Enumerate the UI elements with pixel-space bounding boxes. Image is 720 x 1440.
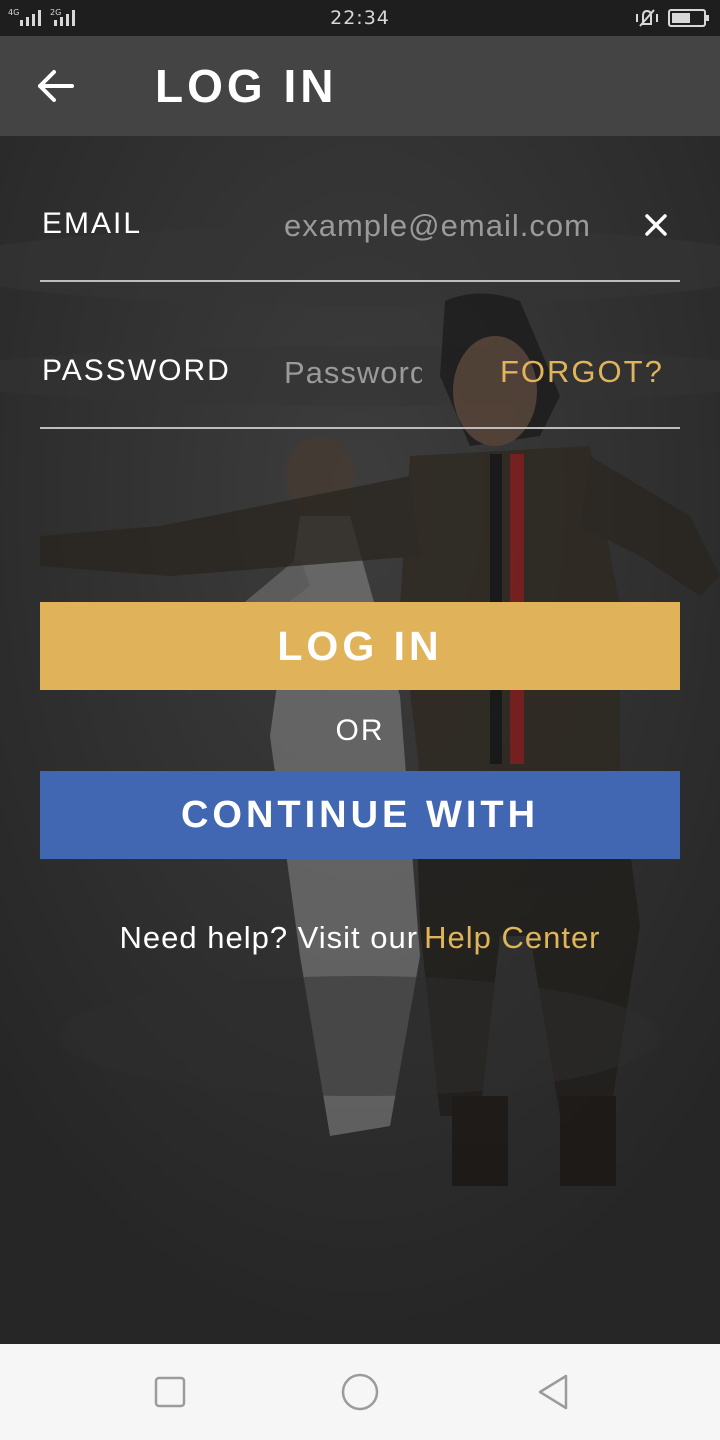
login-button[interactable]: LOG IN xyxy=(40,602,680,690)
home-button[interactable] xyxy=(340,1372,380,1412)
forgot-password-link[interactable]: FORGOT? xyxy=(500,354,664,390)
or-separator: OR xyxy=(335,714,385,747)
recent-apps-icon xyxy=(154,1376,186,1408)
password-divider xyxy=(40,427,680,429)
email-divider xyxy=(40,280,680,282)
status-time: 22:34 xyxy=(330,7,390,29)
arrow-left-icon xyxy=(38,70,74,102)
battery-icon xyxy=(668,9,709,27)
recent-apps-button[interactable] xyxy=(150,1372,190,1412)
help-prefix: Need help? Visit our xyxy=(119,920,419,955)
back-triangle-icon xyxy=(538,1374,568,1410)
status-bar: 4G 2G 22:34 xyxy=(0,0,720,36)
help-row: Need help? Visit our Help Center xyxy=(0,920,720,956)
clear-email-button[interactable] xyxy=(640,207,672,243)
email-label: EMAIL xyxy=(42,207,143,240)
back-button[interactable] xyxy=(32,64,80,108)
page-title: LOG IN xyxy=(155,60,338,112)
vibrate-mute-icon xyxy=(636,9,658,27)
password-input[interactable] xyxy=(284,352,422,394)
password-label: PASSWORD xyxy=(42,354,231,387)
close-icon xyxy=(645,214,667,236)
continue-with-button[interactable]: CONTINUE WITH xyxy=(40,771,680,859)
email-input[interactable] xyxy=(284,205,614,247)
home-icon xyxy=(341,1373,379,1411)
nav-back-button[interactable] xyxy=(534,1372,574,1412)
system-nav-bar xyxy=(0,1344,720,1440)
app-bar: LOG IN xyxy=(0,36,720,136)
help-center-link[interactable]: Help Center xyxy=(424,920,600,955)
